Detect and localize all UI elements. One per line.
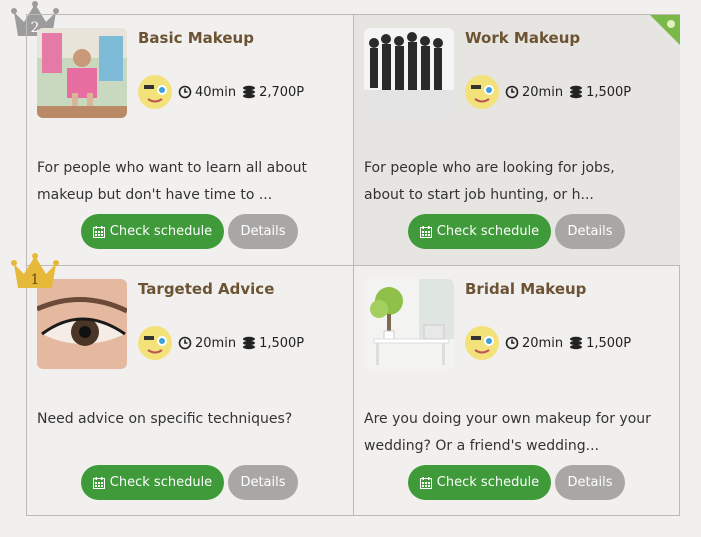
details-button[interactable]: Details xyxy=(555,465,625,500)
price-text: 1,500P xyxy=(259,335,305,351)
course-grid: Basic Makeup 40min 2,700P For people who… xyxy=(26,14,680,516)
rank-number: 1 xyxy=(31,272,40,288)
check-schedule-button[interactable]: Check schedule xyxy=(408,465,551,500)
duration: 20min xyxy=(505,336,563,351)
clock-icon xyxy=(178,336,192,350)
course-description: For people who are looking for jobs, abo… xyxy=(364,160,615,203)
course-meta: 40min 2,700P xyxy=(138,75,310,109)
calendar-icon xyxy=(419,225,432,238)
price-text: 1,500P xyxy=(586,84,632,100)
calendar-icon xyxy=(92,476,105,489)
rank-crown-1: 1 xyxy=(10,252,60,292)
duration-text: 20min xyxy=(195,335,237,351)
details-button[interactable]: Details xyxy=(228,465,298,500)
course-meta: 20min 1,500P xyxy=(465,75,637,109)
price: 1,500P xyxy=(242,336,304,351)
details-button[interactable]: Details xyxy=(555,214,625,249)
course-description: For people who want to learn all about m… xyxy=(37,160,308,203)
price-text: 2,700P xyxy=(259,84,305,100)
course-title: Work Makeup xyxy=(465,29,581,47)
instructor-avatar-icon xyxy=(465,326,499,360)
clock-icon xyxy=(178,85,192,99)
clock-icon xyxy=(505,336,519,350)
course-description: Need advice on specific techniques? xyxy=(37,411,293,427)
course-meta: 20min 1,500P xyxy=(465,326,637,360)
coins-icon xyxy=(570,85,583,99)
course-thumbnail xyxy=(364,28,454,118)
instructor-avatar-icon xyxy=(465,75,499,109)
course-thumbnail xyxy=(37,279,127,369)
crown-icon: 1 xyxy=(11,253,59,288)
price: 1,500P xyxy=(569,85,631,100)
instructor-avatar-icon xyxy=(138,75,172,109)
duration-text: 20min xyxy=(522,84,564,100)
price-text: 1,500P xyxy=(586,335,632,351)
check-schedule-button[interactable]: Check schedule xyxy=(81,465,224,500)
price: 1,500P xyxy=(569,336,631,351)
coins-icon xyxy=(570,336,583,350)
calendar-icon xyxy=(419,476,432,489)
coins-icon xyxy=(243,85,256,99)
clock-icon xyxy=(505,85,519,99)
coins-icon xyxy=(243,336,256,350)
details-button[interactable]: Details xyxy=(228,214,298,249)
course-title: Bridal Makeup xyxy=(465,280,587,298)
check-schedule-button[interactable]: Check schedule xyxy=(408,214,551,249)
course-card-basic-makeup: Basic Makeup 40min 2,700P For people who… xyxy=(27,15,353,265)
duration-text: 40min xyxy=(195,84,237,100)
course-card-work-makeup: Work Makeup 20min 1,500P For people who … xyxy=(354,15,680,265)
course-thumbnail xyxy=(364,279,454,369)
course-description: Are you doing your own makeup for your w… xyxy=(364,411,651,454)
duration: 40min xyxy=(178,85,236,100)
course-title: Basic Makeup xyxy=(138,29,254,47)
course-card-targeted-advice: Targeted Advice 20min 1,500P Need advice… xyxy=(27,266,353,516)
new-badge-icon xyxy=(650,15,680,45)
check-schedule-button[interactable]: Check schedule xyxy=(81,214,224,249)
course-meta: 20min 1,500P xyxy=(138,326,310,360)
duration: 20min xyxy=(178,336,236,351)
instructor-avatar-icon xyxy=(138,326,172,360)
course-thumbnail xyxy=(37,28,127,118)
course-card-bridal-makeup: Bridal Makeup 20min 1,500P Are you doing… xyxy=(354,266,680,516)
price: 2,700P xyxy=(242,85,304,100)
calendar-icon xyxy=(92,225,105,238)
duration: 20min xyxy=(505,85,563,100)
course-title: Targeted Advice xyxy=(138,280,275,298)
duration-text: 20min xyxy=(522,335,564,351)
